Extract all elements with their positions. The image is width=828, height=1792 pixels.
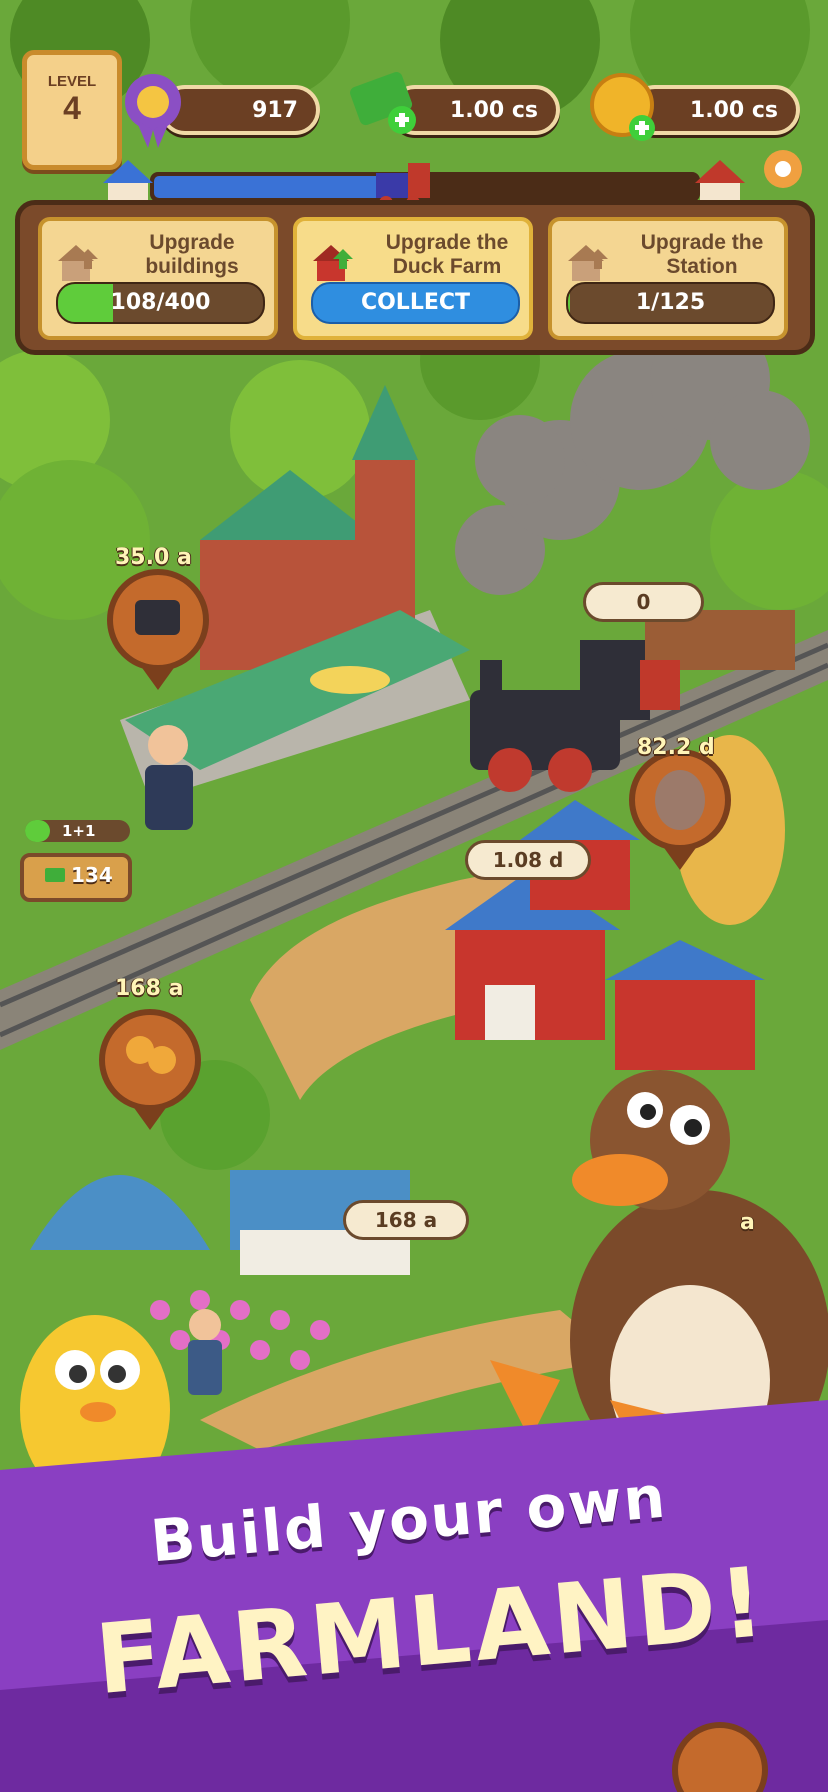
cash-stack-icon[interactable]	[350, 65, 420, 140]
station-timer: 35.0 a	[115, 545, 192, 570]
cash-small-icon	[45, 868, 65, 882]
cash-value: 1.00 cs	[449, 97, 538, 123]
house-upgrade-icon	[58, 245, 98, 281]
level-value: 4	[63, 90, 81, 126]
quest-board: Upgrade buildings 108/400 Upgrade the Du…	[15, 200, 815, 355]
quest-progress-text: 108/400	[110, 290, 211, 315]
quest-title: Upgrade the Duck Farm	[385, 231, 509, 278]
level-label: LEVEL	[47, 73, 97, 90]
right-edge-label: a	[740, 1210, 755, 1235]
worker-ratio: 1+1	[62, 822, 96, 840]
xp-value: 917	[252, 97, 298, 123]
quest-progress-text: 1/125	[635, 290, 706, 315]
honey-timer: 168 a	[115, 976, 184, 1001]
quest-title: Upgrade buildings	[145, 231, 239, 278]
quest-card-duck-farm[interactable]: Upgrade the Duck Farm COLLECT	[293, 217, 533, 340]
quest-progress-bar: 108/400	[56, 282, 265, 324]
barn-upgrade-icon	[313, 245, 353, 281]
ribbon-icon	[125, 74, 181, 148]
level-badge[interactable]: LEVEL 4	[22, 50, 122, 170]
bee-bubble[interactable]: 168 a	[343, 1200, 469, 1240]
station-master[interactable]	[145, 725, 193, 830]
quest-card-upgrade-station[interactable]: Upgrade the Station 1/125	[548, 217, 788, 340]
bottom-pin[interactable]	[672, 1722, 768, 1792]
quest-card-upgrade-buildings[interactable]: Upgrade buildings 108/400	[38, 217, 278, 340]
farmer-character[interactable]	[188, 1309, 222, 1395]
collect-button-label: COLLECT	[360, 290, 471, 315]
station-upgrade-icon	[568, 245, 608, 281]
station-cash-value: 134	[71, 863, 113, 887]
collect-button[interactable]: COLLECT	[311, 282, 520, 324]
train-cargo-bubble[interactable]: 0	[583, 582, 704, 622]
station-cash[interactable]: 134	[45, 863, 113, 887]
coin-icon[interactable]	[590, 70, 660, 145]
quest-title: Upgrade the Station	[640, 231, 764, 278]
quest-progress-bar: 1/125	[566, 282, 775, 324]
gear-icon[interactable]	[762, 148, 804, 190]
donkey-timer: 82.2 d	[637, 735, 715, 760]
barn-bubble[interactable]: 1.08 d	[465, 840, 591, 880]
coins-value: 1.00 cs	[689, 97, 778, 123]
